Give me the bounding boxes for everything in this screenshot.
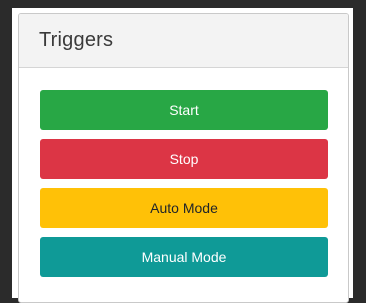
panel-body: Start Stop Auto Mode Manual Mode (19, 68, 348, 277)
manual-mode-button[interactable]: Manual Mode (40, 237, 328, 277)
stop-button[interactable]: Stop (40, 139, 328, 179)
triggers-panel: Triggers Start Stop Auto Mode Manual Mod… (18, 13, 349, 303)
panel-frame: Triggers Start Stop Auto Mode Manual Mod… (12, 8, 353, 303)
panel-title: Triggers (39, 29, 114, 51)
start-button[interactable]: Start (40, 90, 328, 130)
panel-header: Triggers (19, 14, 348, 68)
auto-mode-button[interactable]: Auto Mode (40, 188, 328, 228)
